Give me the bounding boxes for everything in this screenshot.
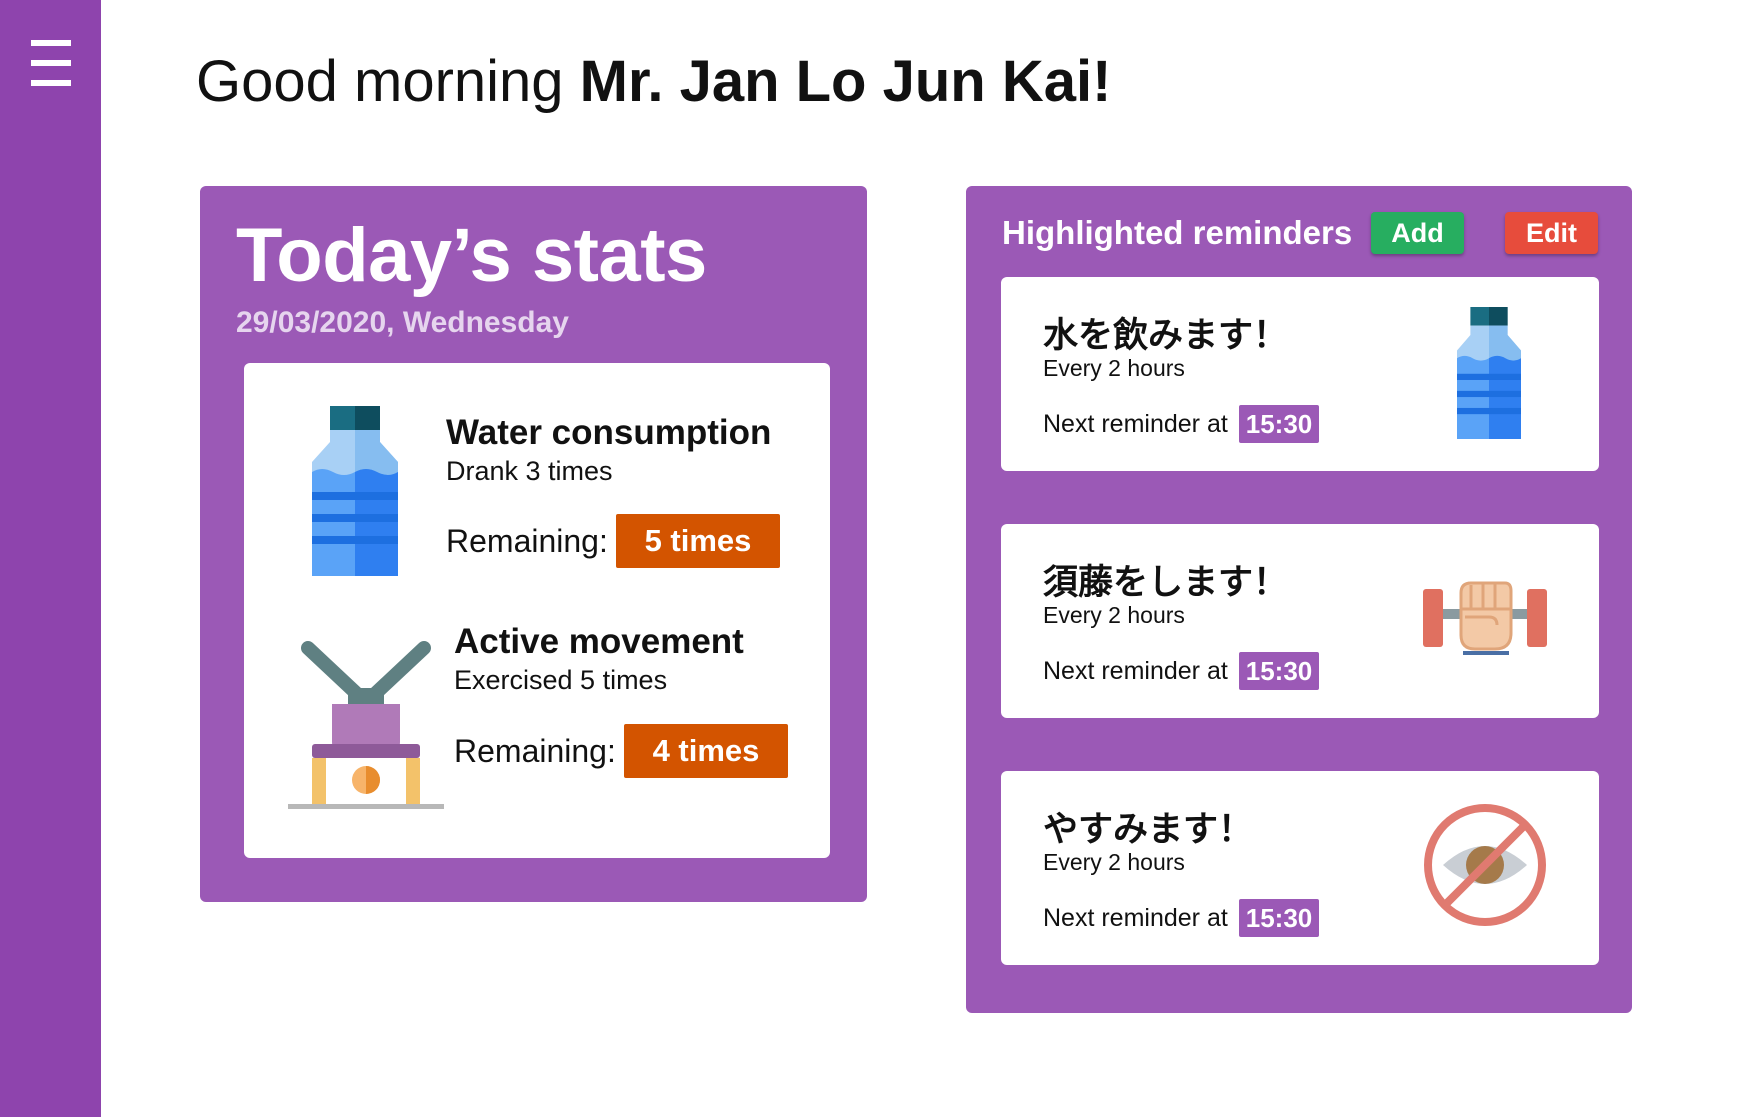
reminder-item-water[interactable]: 水を飲みます！ Every 2 hours Next reminder at 1… — [1001, 277, 1599, 471]
stats-card: Today’s stats 29/03/2020, Wednesday Wate… — [200, 186, 867, 902]
water-bottle-icon — [312, 406, 398, 576]
reminders-title: Highlighted reminders — [1002, 214, 1353, 251]
reminder-name: 水を飲みます！ — [1043, 316, 1289, 356]
reminder-time-badge: 15:30 — [1239, 899, 1319, 937]
reminder-item-rest[interactable]: やすみます！ Every 2 hours Next reminder at 15… — [1001, 771, 1599, 965]
hamburger-menu-icon[interactable] — [31, 40, 71, 86]
reminders-card: Highlighted reminders Add Edit 水を飲みます！ E… — [966, 186, 1632, 1013]
no-eye-icon — [1423, 803, 1547, 927]
greeting-prefix: Good morning — [196, 49, 580, 114]
stats-title: Today’s stats — [236, 213, 707, 298]
movement-remaining-badge: 4 times — [624, 724, 788, 778]
movement-remaining-label: Remaining: — [454, 733, 616, 769]
movement-stat-title: Active movement — [454, 622, 744, 661]
stats-panel: Water consumption Drank 3 times Remainin… — [244, 363, 830, 858]
edit-reminders-button[interactable]: Edit — [1505, 212, 1598, 254]
water-remaining-badge: 5 times — [616, 514, 780, 568]
stats-date: 29/03/2020, Wednesday — [236, 306, 569, 339]
water-stat-title: Water consumption — [446, 413, 772, 452]
reminder-next-label: Next reminder at — [1043, 657, 1228, 685]
reminder-name: やすみます！ — [1043, 810, 1254, 850]
reminder-time-badge: 15:30 — [1239, 405, 1319, 443]
reminder-next-label: Next reminder at — [1043, 904, 1228, 932]
reminder-time-badge: 15:30 — [1239, 652, 1319, 690]
exercise-icon — [286, 638, 446, 813]
movement-stat-subtitle: Exercised 5 times — [454, 665, 668, 695]
water-stat-subtitle: Drank 3 times — [446, 456, 613, 486]
add-reminder-button[interactable]: Add — [1371, 212, 1464, 254]
sidebar — [0, 0, 101, 1117]
reminder-next-label: Next reminder at — [1043, 410, 1228, 438]
greeting-user-name: Mr. Jan Lo Jun Kai! — [579, 49, 1112, 114]
water-remaining-label: Remaining: — [446, 523, 608, 559]
reminder-frequency: Every 2 hours — [1043, 355, 1185, 381]
reminder-name: 須藤をします！ — [1043, 563, 1289, 603]
greeting-heading: Good morning Mr. Jan Lo Jun Kai! — [196, 48, 1111, 115]
reminder-frequency: Every 2 hours — [1043, 602, 1185, 628]
water-bottle-icon — [1457, 307, 1521, 439]
dumbbell-fist-icon — [1423, 579, 1547, 659]
reminder-item-exercise[interactable]: 須藤をします！ Every 2 hours Next reminder at 1… — [1001, 524, 1599, 718]
reminder-frequency: Every 2 hours — [1043, 849, 1185, 875]
